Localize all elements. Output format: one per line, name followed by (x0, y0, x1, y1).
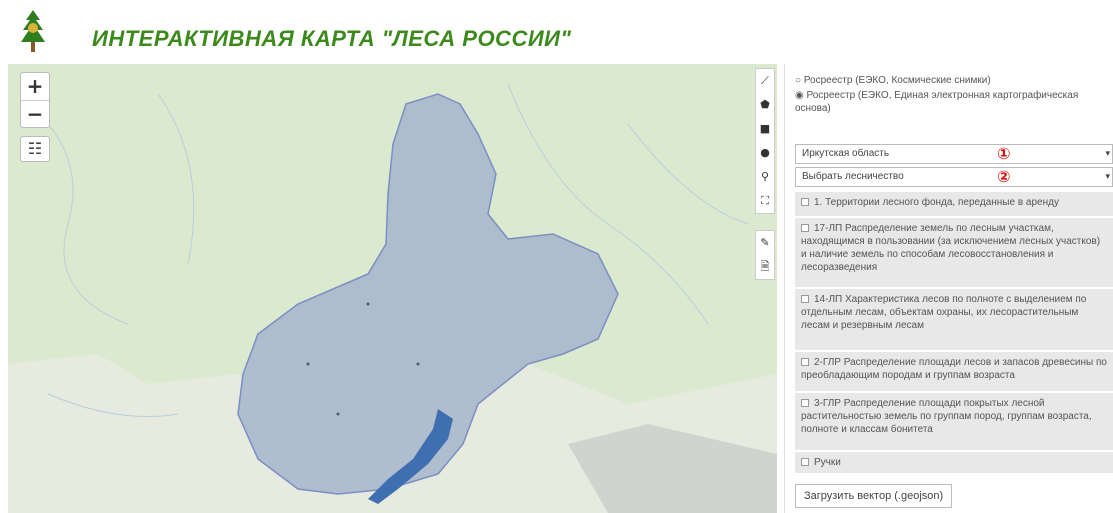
checkbox[interactable] (801, 295, 809, 304)
map-canvas[interactable] (8, 64, 777, 513)
checkbox[interactable] (801, 399, 809, 408)
basemap-radio-group: ○ Росреестр (ЕЭКО, Космические снимки) ◉… (795, 74, 1105, 117)
forestry-select[interactable]: Выбрать лесничество ▾ (795, 167, 1113, 187)
layer-item[interactable]: 1. Территории лесного фонда, переданные … (795, 192, 1113, 217)
draw-circle-icon[interactable]: ● (756, 141, 774, 165)
upload-vector-button[interactable]: Загрузить вектор (.geojson) (795, 484, 953, 508)
basemap-radio-satellite-label: Росреестр (ЕЭКО, Космические снимки) (803, 75, 991, 86)
layer-item-label: Ручки (814, 457, 841, 468)
checkbox[interactable] (801, 458, 809, 467)
chevron-down-icon: ▾ (1105, 171, 1110, 181)
basemap-radio-ecos[interactable]: ◉ Росреестр (ЕЭКО, Единая электронная ка… (795, 89, 1105, 115)
forestry-emblem-icon (21, 10, 45, 52)
zoom-control: + − (20, 72, 50, 128)
checkbox[interactable] (801, 358, 809, 367)
draw-line-icon[interactable]: ⟋ (756, 69, 774, 93)
draw-rectangle-icon[interactable]: ■ (756, 117, 774, 141)
edit-toolbar: ✎ 🗎 (755, 230, 775, 280)
app-header: ИНТЕРАКТИВНАЯ КАРТА "ЛЕСА РОССИИ" (0, 0, 1113, 62)
region-select[interactable]: Иркутская область ▾ (795, 144, 1113, 164)
chevron-down-icon: ▾ (1105, 148, 1110, 158)
forestry-select-value: Выбрать лесничество (802, 171, 904, 182)
zoom-out-button[interactable]: − (21, 100, 49, 127)
layer-item[interactable]: 2-ГЛР Распределение площади лесов и запа… (795, 352, 1113, 392)
layer-item-label: 17-ЛП Распределение земель по лесным уча… (801, 223, 1101, 273)
layer-item-label: 1. Территории лесного фонда, переданные … (814, 197, 1059, 208)
zoom-in-button[interactable]: + (21, 73, 49, 100)
layer-item[interactable]: 14-ЛП Характеристика лесов по полноте с … (795, 289, 1113, 351)
layer-item[interactable]: 3-ГЛР Распределение площади покрытых лес… (795, 393, 1113, 451)
layers-toggle-button[interactable]: ☷ (20, 136, 50, 162)
annotation-marker-1: ① (997, 144, 1011, 163)
edit-layers-icon[interactable]: ✎ (756, 231, 774, 255)
checkbox[interactable] (801, 224, 809, 233)
page-title: ИНТЕРАКТИВНАЯ КАРТА "ЛЕСА РОССИИ" (92, 26, 572, 51)
checkbox[interactable] (801, 198, 809, 207)
side-panel: ○ Росреестр (ЕЭКО, Космические снимки) ◉… (784, 64, 1113, 513)
draw-marker-icon[interactable]: ⚲ (756, 165, 774, 189)
basemap-radio-satellite[interactable]: ○ Росреестр (ЕЭКО, Космические снимки) (795, 74, 1105, 87)
delete-layers-icon[interactable]: 🗎 (756, 255, 774, 279)
layer-item-label: 14-ЛП Характеристика лесов по полноте с … (801, 294, 1087, 331)
layer-item[interactable]: Ручки (795, 452, 1113, 474)
layer-item[interactable]: 17-ЛП Распределение земель по лесным уча… (795, 218, 1113, 288)
region-select-value: Иркутская область (802, 148, 890, 159)
basemap-radio-ecos-label: Росреестр (ЕЭКО, Единая электронная карт… (795, 90, 1079, 114)
annotation-marker-2: ② (997, 167, 1011, 186)
layer-item-label: 2-ГЛР Распределение площади лесов и запа… (801, 357, 1107, 381)
draw-circlemarker-icon[interactable]: ⛶ (756, 189, 774, 213)
layer-item-label: 3-ГЛР Распределение площади покрытых лес… (801, 398, 1092, 435)
draw-polygon-icon[interactable]: ⬟ (756, 93, 774, 117)
draw-toolbar: ⟋ ⬟ ■ ● ⚲ ⛶ (755, 68, 775, 214)
map-view[interactable]: + − ☷ ⟋ ⬟ ■ ● ⚲ ⛶ ✎ 🗎 (8, 64, 777, 513)
